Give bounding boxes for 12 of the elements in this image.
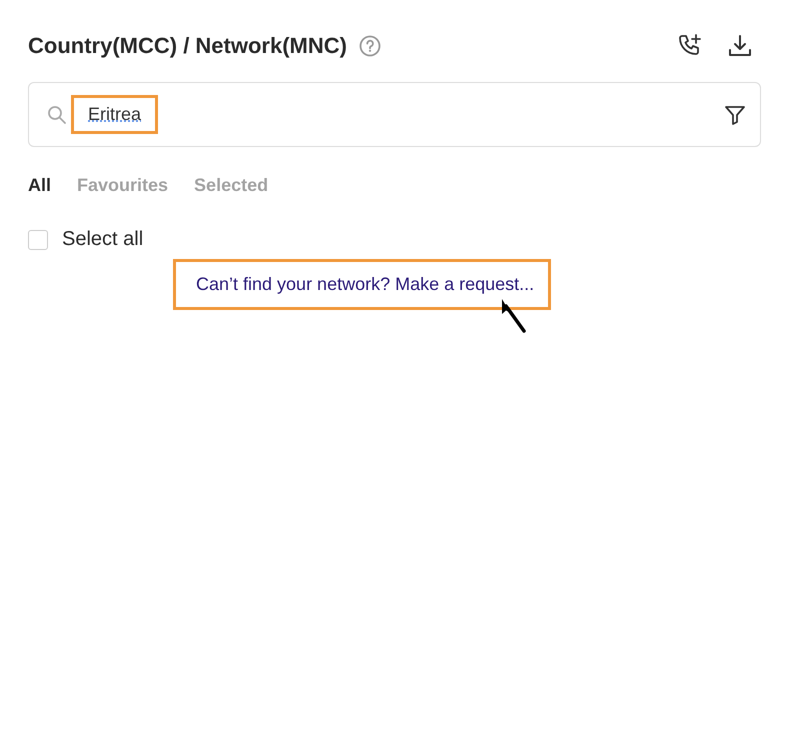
search-icon [47, 104, 67, 124]
search-value: Eritrea [71, 95, 158, 134]
checkbox[interactable] [28, 230, 48, 250]
search-field[interactable]: Eritrea [28, 82, 761, 147]
request-link[interactable]: Can’t find your network? Make a request... [173, 259, 552, 310]
panel-title: Country(MCC) / Network(MNC) [28, 33, 347, 59]
filter-icon[interactable] [724, 104, 746, 126]
tab[interactable]: All [28, 175, 52, 196]
download-icon[interactable] [727, 33, 753, 59]
cursor-icon [500, 297, 526, 333]
select-all-label: Select all [62, 228, 144, 251]
help-icon[interactable] [358, 35, 381, 57]
